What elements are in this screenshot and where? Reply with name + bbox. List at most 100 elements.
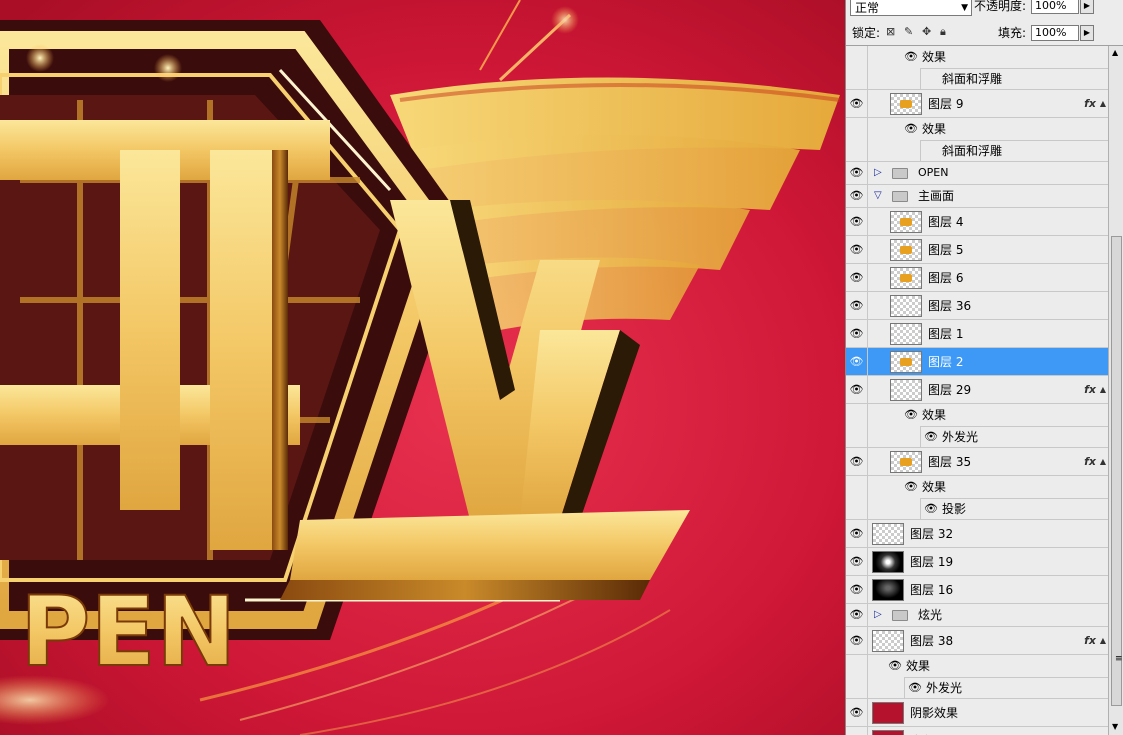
collapse-effects-icon[interactable]: ▲ [1100, 385, 1106, 394]
effects-label-row[interactable]: 👁︎ 效果 [846, 476, 1108, 498]
visibility-eye-icon[interactable]: 👁︎ [846, 376, 868, 403]
expand-triangle-closed-icon[interactable]: ▷ [874, 609, 882, 620]
effect-item-row[interactable]: 斜面和浮雕 [846, 68, 1108, 90]
layer-thumbnail[interactable] [872, 630, 904, 652]
effect-item-row[interactable]: 👁︎ 外发光 [846, 426, 1108, 448]
fill-input[interactable]: 100% [1031, 25, 1079, 41]
lock-move-icon[interactable]: ✥ [922, 25, 931, 39]
visibility-eye-icon[interactable]: 👁︎ [846, 90, 868, 117]
effect-eye-icon[interactable]: 👁︎ [908, 681, 922, 695]
collapse-effects-icon[interactable]: ▲ [1100, 99, 1106, 108]
visibility-eye-icon[interactable]: 👁︎ [846, 162, 868, 184]
fx-icon[interactable]: fx [1084, 97, 1096, 110]
layers-scrollbar[interactable]: ▲ ≡ ▼ [1108, 46, 1123, 735]
collapse-effects-icon[interactable]: ▲ [1100, 636, 1106, 645]
layer-row[interactable]: 👁︎ 图层 1 [846, 320, 1108, 348]
scroll-thumb[interactable]: ≡ [1111, 236, 1123, 706]
layer-row[interactable]: 👁︎ 图层 6 [846, 264, 1108, 292]
expand-triangle-open-icon[interactable]: ▽ [874, 190, 882, 201]
visibility-eye-icon [846, 118, 868, 140]
effect-item-row[interactable]: 斜面和浮雕 [846, 140, 1108, 162]
effect-eye-icon[interactable]: 👁︎ [904, 408, 918, 422]
effect-eye-icon[interactable]: 👁︎ [904, 480, 918, 494]
layer-row[interactable]: 👁︎ 图层 36 [846, 292, 1108, 320]
visibility-eye-icon[interactable]: 👁︎ [846, 320, 868, 347]
opacity-slider-button[interactable]: ▶ [1080, 0, 1094, 14]
layer-thumbnail[interactable] [872, 702, 904, 724]
effects-label-row[interactable]: 👁︎ 效果 [846, 655, 1108, 677]
layer-thumbnail[interactable] [890, 267, 922, 289]
visibility-eye-icon[interactable]: 👁︎ [846, 699, 868, 726]
layer-row[interactable]: 👁︎ 图层 19 [846, 548, 1108, 576]
effect-eye-icon[interactable]: 👁︎ [924, 502, 938, 516]
blend-mode-select[interactable]: 正常 ▼ [850, 0, 972, 16]
visibility-eye-icon[interactable]: 👁︎ [846, 627, 868, 654]
effect-eye-icon[interactable]: 👁︎ [924, 430, 938, 444]
visibility-eye-icon[interactable]: 👁︎ [846, 520, 868, 547]
lock-transparent-icon[interactable]: ⊠ [886, 25, 895, 39]
layer-thumbnail[interactable] [890, 295, 922, 317]
fx-icon[interactable]: fx [1084, 455, 1096, 468]
layer-thumbnail[interactable] [890, 211, 922, 233]
layer-thumbnail[interactable] [890, 351, 922, 373]
visibility-eye-icon[interactable]: 👁︎ [846, 448, 868, 475]
visibility-eye-icon[interactable]: 👁︎ [846, 208, 868, 235]
visibility-eye-icon[interactable]: 👁︎ [846, 576, 868, 603]
visibility-eye-icon[interactable]: 👁︎ [846, 292, 868, 319]
document-canvas[interactable]: PEN [0, 0, 845, 735]
layer-thumbnail[interactable] [890, 379, 922, 401]
layer-row[interactable]: 👁︎ 图层 4 [846, 208, 1108, 236]
effect-eye-icon[interactable]: 👁︎ [888, 659, 902, 673]
lock-all-icon[interactable]: 🔒︎ [940, 25, 946, 39]
eye-icon: 👁︎ [849, 554, 864, 568]
fill-slider-button[interactable]: ▶ [1080, 25, 1094, 41]
effects-label-row[interactable]: 👁︎ 效果 [846, 118, 1108, 140]
visibility-eye-icon[interactable]: 👁︎ [846, 185, 868, 207]
layer-thumbnail[interactable] [872, 730, 904, 735]
visibility-eye-icon[interactable]: 👁︎ [846, 264, 868, 291]
visibility-eye-icon[interactable]: 👁︎ [846, 348, 868, 375]
layer-row[interactable]: 👁︎ 图层 16 [846, 576, 1108, 604]
fx-icon[interactable]: fx [1084, 383, 1096, 396]
layer-thumbnail[interactable] [872, 523, 904, 545]
layer-row[interactable]: 👁︎ fx ▲ 图层 29 [846, 376, 1108, 404]
layer-group-row[interactable]: 👁︎ ▽ 主画面 [846, 185, 1108, 208]
layer-row[interactable]: 👁︎底色 [846, 727, 1108, 735]
effect-item-row[interactable]: 👁︎ 外发光 [846, 677, 1108, 699]
layer-row[interactable]: 👁︎ fx ▲ 图层 9 [846, 90, 1108, 118]
visibility-eye-icon[interactable]: 👁︎ [846, 548, 868, 575]
fx-icon[interactable]: fx [1084, 634, 1096, 647]
collapse-effects-icon[interactable]: ▲ [1100, 457, 1106, 466]
layer-thumbnail[interactable] [890, 93, 922, 115]
layer-row[interactable]: 👁︎ 图层 5 [846, 236, 1108, 264]
layer-name: 图层 1 [928, 327, 964, 341]
eye-icon: 👁︎ [849, 454, 864, 468]
layer-thumbnail[interactable] [872, 551, 904, 573]
effect-eye-icon[interactable]: 👁︎ [904, 50, 918, 64]
opacity-input[interactable]: 100% [1031, 0, 1079, 14]
layer-row[interactable]: 👁︎ 图层 2 [846, 348, 1108, 376]
layer-row[interactable]: 👁︎ 阴影效果 [846, 699, 1108, 727]
layer-group-row[interactable]: 👁︎ ▷ OPEN [846, 162, 1108, 185]
effects-label-row[interactable]: 👁︎ 效果 [846, 404, 1108, 426]
layer-thumbnail[interactable] [872, 579, 904, 601]
visibility-eye-icon[interactable]: 👁︎ [846, 727, 868, 735]
layer-row[interactable]: 👁︎ fx ▲ 图层 35 [846, 448, 1108, 476]
layer-row[interactable]: 👁︎ 图层 32 [846, 520, 1108, 548]
effect-eye-icon[interactable]: 👁︎ [904, 122, 918, 136]
layer-group-row[interactable]: 👁︎ ▷ 炫光 [846, 604, 1108, 627]
layer-thumbnail[interactable] [890, 323, 922, 345]
lock-paint-icon[interactable]: ✎ [904, 25, 913, 39]
layer-thumbnail[interactable] [890, 451, 922, 473]
visibility-eye-icon[interactable]: 👁︎ [846, 236, 868, 263]
layer-thumbnail[interactable] [890, 239, 922, 261]
visibility-eye-icon[interactable]: 👁︎ [846, 604, 868, 626]
scroll-down-icon[interactable]: ▼ [1112, 722, 1118, 731]
layer-row[interactable]: 👁︎ fx ▲ 图层 38 [846, 627, 1108, 655]
scroll-up-icon[interactable]: ▲ [1112, 48, 1118, 57]
effects-label-row[interactable]: 👁︎ 效果 [846, 46, 1108, 68]
panel-lock-row: 锁定: ⊠ ✎ ✥ 🔒︎ 填充: 100% ▶ [846, 22, 1123, 46]
expand-triangle-closed-icon[interactable]: ▷ [874, 167, 882, 178]
effect-item-row[interactable]: 👁︎ 投影 [846, 498, 1108, 520]
eye-icon: 👁︎ [849, 705, 864, 719]
